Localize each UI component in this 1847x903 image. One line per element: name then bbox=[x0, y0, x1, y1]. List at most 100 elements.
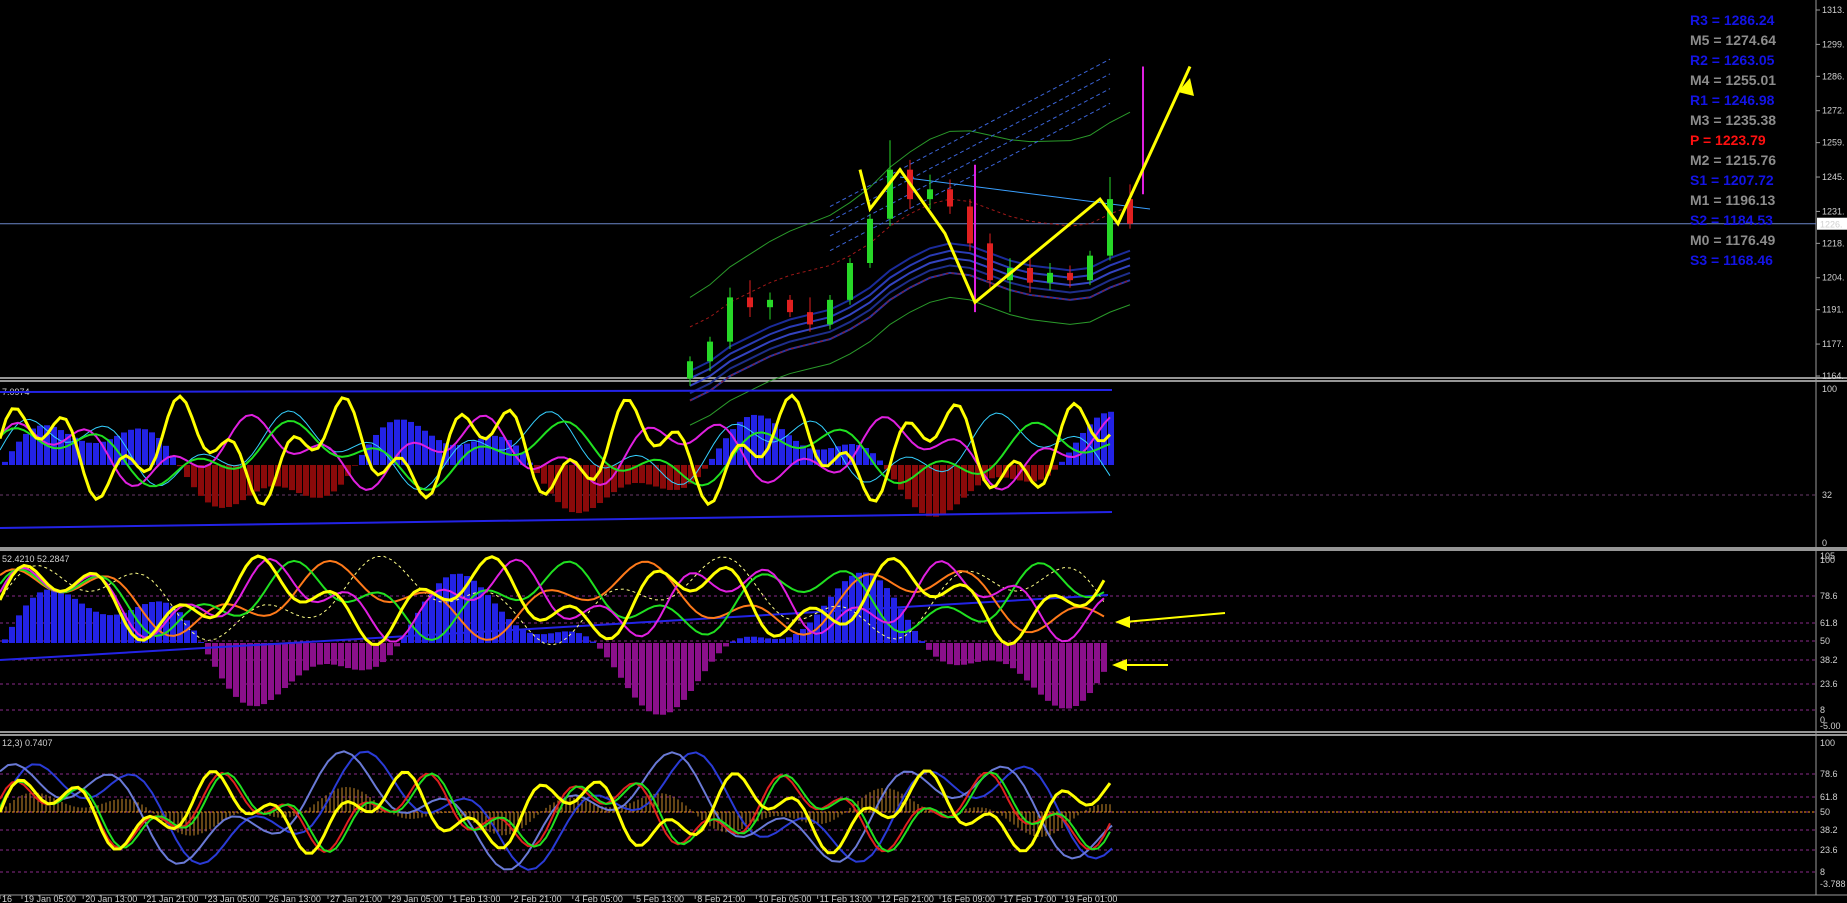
pane1-histogram-bar bbox=[331, 465, 337, 492]
time-tick-label: 2 Feb 21:00 bbox=[514, 894, 562, 903]
pane2-histogram-bar bbox=[751, 636, 757, 643]
pane2-histogram-bar bbox=[1024, 643, 1030, 681]
pane1-histogram-bar bbox=[51, 426, 57, 465]
pane2-histogram-bar bbox=[1017, 643, 1023, 674]
candle-body bbox=[887, 169, 893, 219]
pane2-histogram-bar bbox=[1087, 643, 1093, 694]
pane2-histogram-bar bbox=[2, 639, 8, 643]
annotation-arrow bbox=[1124, 612, 1226, 623]
pane2-histogram-bar bbox=[513, 625, 519, 643]
pane2-histogram-bar bbox=[688, 643, 694, 691]
pane2-histogram-bar bbox=[996, 643, 1002, 662]
pane2-histogram-bar bbox=[219, 643, 225, 679]
pane1-histogram-bar bbox=[9, 451, 15, 465]
pane2-histogram-bar bbox=[765, 638, 771, 643]
candle-body bbox=[727, 297, 733, 342]
pane1-histogram-bar bbox=[877, 460, 883, 465]
pane2-histogram-bar bbox=[667, 643, 673, 713]
pane1-histogram-bar bbox=[541, 465, 547, 484]
lower-band-line bbox=[689, 296, 1131, 426]
pivot-level-label: S3 = 1168.46 bbox=[1690, 252, 1773, 268]
pivot-level-label: R3 = 1286.24 bbox=[1690, 12, 1775, 28]
price-tick-label: 1245. bbox=[1822, 172, 1845, 182]
pane2-histogram-bar bbox=[709, 643, 715, 662]
pane2-histogram-bar bbox=[716, 643, 722, 654]
pane2-histogram-bar bbox=[576, 633, 582, 643]
candle-body bbox=[967, 206, 973, 244]
time-tick-label: 16 bbox=[2, 894, 12, 903]
pane2-histogram-bar bbox=[254, 643, 260, 707]
price-tick-label: 1299. bbox=[1822, 39, 1845, 49]
pane3-axis-label: 100 bbox=[1820, 738, 1835, 748]
pane2-histogram-bar bbox=[618, 643, 624, 678]
price-tick-label: 1177. bbox=[1822, 339, 1844, 349]
candle-body bbox=[827, 299, 833, 325]
pane2-histogram-bar bbox=[37, 592, 43, 643]
pane1-lower-band bbox=[0, 511, 1113, 529]
pane2-histogram-bar bbox=[72, 598, 78, 643]
pivot-level-label: M3 = 1235.38 bbox=[1690, 112, 1776, 128]
annotation-arrow-head bbox=[1112, 659, 1127, 671]
candle-body bbox=[807, 312, 813, 325]
pane2-histogram-bar bbox=[1052, 643, 1058, 706]
candle-body bbox=[867, 218, 873, 264]
pane2-histogram-bar bbox=[100, 614, 106, 643]
pane2-histogram-bar bbox=[289, 643, 295, 682]
time-tick-label: 8 Feb 21:00 bbox=[697, 894, 745, 903]
pane2-histogram-bar bbox=[23, 605, 29, 643]
pane1-histogram-bar bbox=[261, 465, 267, 489]
pane3-axis-label: 23.6 bbox=[1820, 845, 1838, 855]
pane1-histogram-bar bbox=[1010, 465, 1016, 479]
pane1-histogram-bar bbox=[282, 465, 288, 488]
pane2-histogram-bar bbox=[597, 643, 603, 649]
inner-upper-band-line bbox=[689, 198, 1131, 328]
pane1-histogram-bar bbox=[1038, 465, 1044, 480]
pane2-axis-label: 38.2 bbox=[1820, 655, 1838, 665]
pane1-histogram-bar bbox=[324, 465, 330, 496]
candle-body bbox=[767, 299, 773, 308]
pane1-histogram-bar bbox=[184, 465, 190, 478]
pane2-histogram-bar bbox=[1073, 643, 1079, 707]
pane2-histogram-bar bbox=[723, 643, 729, 647]
pivot-level-label: M5 = 1274.64 bbox=[1690, 32, 1776, 48]
price-tick-label: 1191. bbox=[1822, 305, 1844, 315]
pane1-histogram-bar bbox=[576, 465, 582, 514]
pane2-histogram-bar bbox=[394, 643, 400, 647]
pane2-histogram-bar bbox=[44, 589, 50, 643]
pane1-histogram-bar bbox=[947, 465, 953, 511]
pane2-histogram-bar bbox=[373, 643, 379, 667]
pane2-axis-label: 23.6 bbox=[1820, 679, 1838, 689]
pane2-histogram-bar bbox=[58, 591, 64, 643]
pane1-histogram-bar bbox=[562, 465, 568, 509]
candle-body bbox=[707, 341, 713, 362]
pane2-histogram-bar bbox=[310, 643, 316, 667]
pane1-upper-band bbox=[0, 389, 1113, 393]
pane3-axis-label: 61.8 bbox=[1820, 792, 1838, 802]
pane2-histogram-bar bbox=[912, 630, 918, 643]
pane2-header: 52.4210 52.2847 bbox=[2, 554, 70, 564]
pane2-histogram-bar bbox=[345, 643, 351, 669]
pane1-histogram-bar bbox=[135, 428, 141, 465]
pane1-histogram-bar bbox=[310, 465, 316, 498]
trading-chart[interactable]: 1313. 1299. 1286. 1272. 1259. 1245. 1231. 1218.… bbox=[0, 0, 1847, 903]
pane2-histogram-bar bbox=[779, 638, 785, 643]
pane1-histogram-bar bbox=[1066, 452, 1072, 465]
time-tick-label: 26 Jan 13:00 bbox=[269, 894, 321, 903]
pane2-histogram-bar bbox=[268, 643, 274, 700]
pane2-histogram-bar bbox=[380, 643, 386, 663]
pane2-histogram-bar bbox=[331, 643, 337, 665]
pane2-histogram-bar bbox=[226, 643, 232, 689]
pane2-histogram-bar bbox=[485, 595, 491, 643]
price-tick-label: 1286. bbox=[1822, 71, 1845, 81]
pane2-histogram-bar bbox=[317, 643, 323, 665]
pane2-axis-label: -5.00 bbox=[1820, 721, 1841, 731]
pane2-histogram-bar bbox=[534, 634, 540, 643]
pivot-level-label: M0 = 1176.49 bbox=[1690, 232, 1775, 248]
pane2-histogram-bar bbox=[695, 643, 701, 682]
pane2-histogram-bar bbox=[499, 611, 505, 643]
pane2-histogram-bar bbox=[730, 641, 736, 643]
time-tick-label: 11 Feb 13:00 bbox=[820, 894, 872, 903]
pane1-axis-label: 100 bbox=[1822, 384, 1837, 394]
pane2-histogram-bar bbox=[191, 630, 197, 643]
pane1-histogram-bar bbox=[716, 448, 722, 465]
